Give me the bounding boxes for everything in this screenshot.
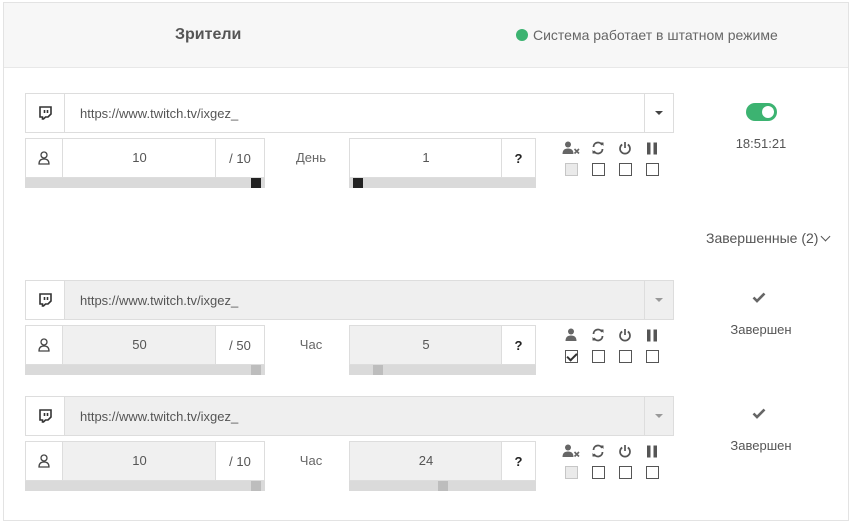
option-checkbox[interactable] xyxy=(592,163,605,176)
slider-handle[interactable] xyxy=(353,178,363,188)
pause-icon xyxy=(643,327,661,343)
dropdown-caret-icon[interactable] xyxy=(644,94,673,132)
viewers-max: / 10 xyxy=(215,442,264,480)
option-checkbox[interactable] xyxy=(565,350,578,363)
pause-icon xyxy=(643,140,661,156)
twitch-icon xyxy=(26,281,65,319)
option-checkbox[interactable] xyxy=(646,466,659,479)
task-status: Завершен xyxy=(730,322,792,337)
slider-handle[interactable] xyxy=(251,178,261,188)
chevron-down-icon xyxy=(820,231,831,241)
help-button[interactable]: ? xyxy=(501,326,535,364)
period-unit[interactable]: Час xyxy=(279,453,343,468)
check-icon xyxy=(752,290,766,306)
viewers-slider[interactable] xyxy=(25,481,265,491)
slider-handle[interactable] xyxy=(251,481,261,491)
option-checkbox[interactable] xyxy=(646,163,659,176)
stream-url-select[interactable]: https://www.twitch.tv/ixgez_ xyxy=(25,280,674,320)
viewers-panel: Зрители Система работает в штатном режим… xyxy=(3,2,849,521)
finished-section-label: Завершенные (2) xyxy=(706,230,819,246)
user-x-icon xyxy=(562,140,580,156)
period-value[interactable]: 1 xyxy=(350,150,502,165)
viewers-slider[interactable] xyxy=(25,365,265,375)
period-field: 5 ? xyxy=(349,325,536,365)
active-toggle[interactable] xyxy=(746,103,777,121)
refresh-icon xyxy=(589,327,607,343)
slider-handle[interactable] xyxy=(251,365,261,375)
system-status-text: Система работает в штатном режиме xyxy=(533,27,778,43)
viewers-max: / 10 xyxy=(215,139,264,177)
twitch-icon xyxy=(26,397,65,435)
elapsed-time: 18:51:21 xyxy=(735,136,787,151)
stream-url-select[interactable]: https://www.twitch.tv/ixgez_ xyxy=(25,93,674,133)
option-checkbox[interactable] xyxy=(592,466,605,479)
refresh-icon xyxy=(589,140,607,156)
viewers-value[interactable]: 10 xyxy=(63,150,216,165)
period-value[interactable]: 24 xyxy=(350,453,502,468)
dropdown-caret-icon[interactable] xyxy=(644,281,673,319)
slider-handle[interactable] xyxy=(373,365,384,375)
user-x-icon xyxy=(562,443,580,459)
stream-url: https://www.twitch.tv/ixgez_ xyxy=(80,106,239,121)
viewers-count-field: 10 / 10 xyxy=(25,138,265,178)
task-status: Завершен xyxy=(730,438,792,453)
period-slider[interactable] xyxy=(349,178,536,188)
viewers-max: / 50 xyxy=(215,326,264,364)
finished-section-toggle[interactable]: Завершенные (2) xyxy=(706,230,831,246)
option-checkbox[interactable] xyxy=(646,350,659,363)
power-icon xyxy=(616,327,634,343)
user-icon xyxy=(562,327,580,343)
viewers-slider[interactable] xyxy=(25,178,265,188)
page-title: Зрители xyxy=(175,26,242,43)
option-checkbox[interactable] xyxy=(619,350,632,363)
period-value[interactable]: 5 xyxy=(350,337,502,352)
stream-url: https://www.twitch.tv/ixgez_ xyxy=(80,293,239,308)
stream-url-select[interactable]: https://www.twitch.tv/ixgez_ xyxy=(25,396,674,436)
period-slider[interactable] xyxy=(349,365,536,375)
power-icon xyxy=(616,443,634,459)
twitch-icon xyxy=(26,94,65,132)
viewers-count-field: 50 / 50 xyxy=(25,325,265,365)
check-icon xyxy=(752,406,766,422)
option-checkbox[interactable] xyxy=(565,163,578,176)
pause-icon xyxy=(643,443,661,459)
help-button[interactable]: ? xyxy=(501,442,535,480)
period-slider[interactable] xyxy=(349,481,536,491)
stream-url: https://www.twitch.tv/ixgez_ xyxy=(80,409,239,424)
option-checkbox[interactable] xyxy=(619,466,632,479)
period-field: 1 ? xyxy=(349,138,536,178)
option-checkbox[interactable] xyxy=(565,466,578,479)
status-dot-icon xyxy=(516,29,528,41)
slider-handle[interactable] xyxy=(437,481,448,491)
user-outline-icon xyxy=(26,139,63,177)
option-checkbox[interactable] xyxy=(592,350,605,363)
user-outline-icon xyxy=(26,442,63,480)
period-unit[interactable]: День xyxy=(279,150,343,165)
viewers-count-field: 10 / 10 xyxy=(25,441,265,481)
panel-header: Зрители Система работает в штатном режим… xyxy=(4,3,848,68)
help-button[interactable]: ? xyxy=(501,139,535,177)
power-icon xyxy=(616,140,634,156)
viewers-value[interactable]: 10 xyxy=(63,453,216,468)
period-unit[interactable]: Час xyxy=(279,337,343,352)
refresh-icon xyxy=(589,443,607,459)
viewers-value[interactable]: 50 xyxy=(63,337,216,352)
period-field: 24 ? xyxy=(349,441,536,481)
dropdown-caret-icon[interactable] xyxy=(644,397,673,435)
option-checkbox[interactable] xyxy=(619,163,632,176)
user-outline-icon xyxy=(26,326,63,364)
system-status: Система работает в штатном режиме xyxy=(516,27,778,43)
